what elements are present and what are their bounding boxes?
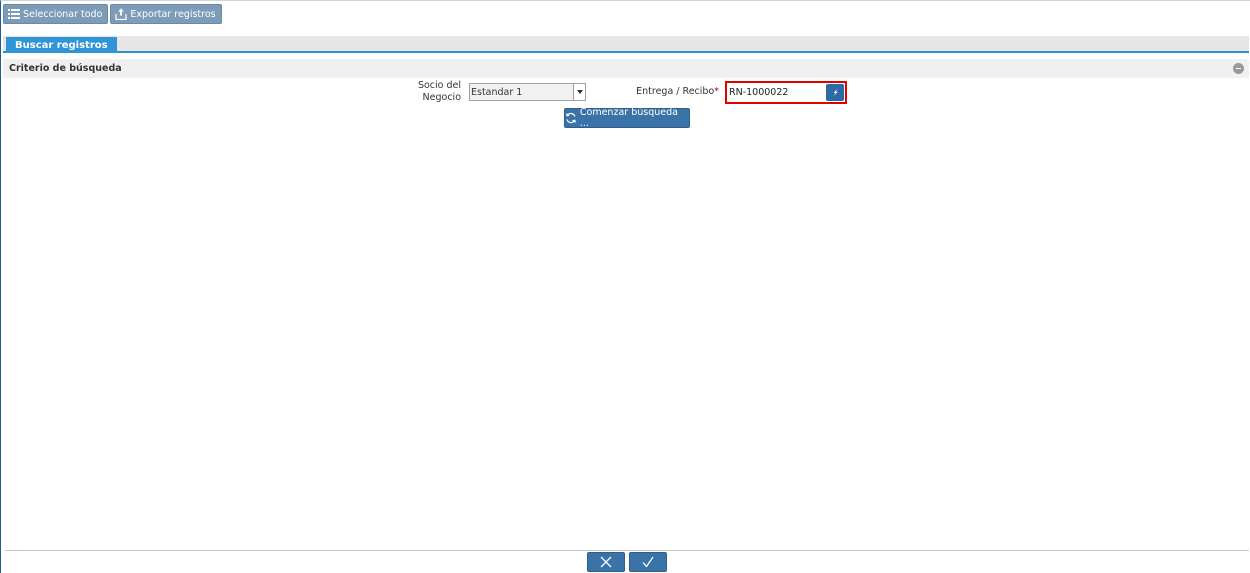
delivery-receipt-label-text: Entrega / Recibo: [636, 86, 715, 97]
delivery-receipt-field: [725, 81, 847, 104]
lookup-icon: [832, 88, 838, 97]
search-criteria-title: Criterio de búsqueda: [9, 63, 122, 74]
close-icon: [600, 556, 612, 568]
list-icon: [8, 9, 20, 19]
business-partner-value: Estandar 1: [471, 86, 523, 98]
refresh-icon: [565, 112, 576, 124]
tab-strip: Buscar registros: [3, 36, 1249, 53]
export-records-label: Exportar registros: [130, 8, 216, 20]
tab-label: Buscar registros: [15, 39, 108, 51]
ok-button[interactable]: [629, 552, 667, 572]
tab-search-records[interactable]: Buscar registros: [6, 37, 117, 53]
checkmark-icon: [642, 556, 654, 568]
business-partner-label-line2: Negocio: [422, 92, 461, 103]
required-mark: *: [714, 86, 719, 97]
delivery-receipt-input[interactable]: [728, 84, 825, 101]
start-search-button[interactable]: Comenzar búsqueda ...: [564, 107, 690, 129]
search-criteria-header: Criterio de búsqueda: [3, 59, 1249, 78]
delivery-receipt-label: Entrega / Recibo*: [631, 86, 719, 98]
toolbar: Seleccionar todo Exportar registros: [3, 4, 222, 24]
business-partner-select[interactable]: Estandar 1: [469, 83, 586, 101]
select-all-label: Seleccionar todo: [23, 8, 103, 20]
start-search-label: Comenzar búsqueda ...: [579, 107, 678, 129]
footer-divider: [5, 550, 1249, 551]
collapse-icon[interactable]: [1233, 63, 1244, 74]
export-records-button[interactable]: Exportar registros: [110, 4, 222, 24]
select-all-button[interactable]: Seleccionar todo: [3, 4, 109, 24]
business-partner-label-line1: Socio del: [417, 80, 461, 91]
delivery-receipt-lookup-button[interactable]: [826, 84, 844, 101]
chevron-down-icon[interactable]: [573, 84, 585, 100]
window-frame: Seleccionar todo Exportar registros Busc…: [0, 0, 1250, 573]
business-partner-label: Socio del Negocio: [405, 80, 461, 104]
export-icon: [115, 8, 128, 20]
cancel-button[interactable]: [587, 552, 625, 572]
